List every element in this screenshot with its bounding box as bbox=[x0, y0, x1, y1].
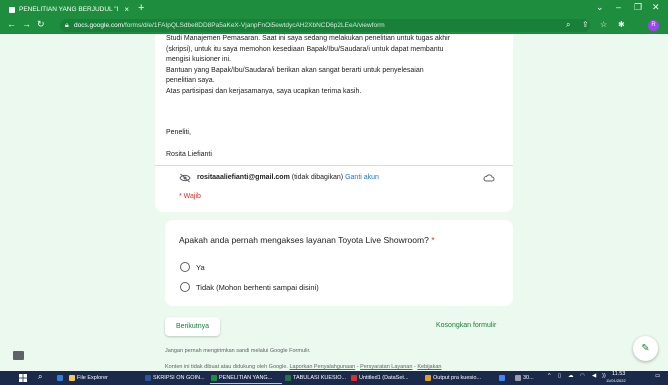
radio-ya[interactable] bbox=[180, 262, 190, 272]
option-label-tidak[interactable]: Tidak (Mohon berhenti sampai disini) bbox=[196, 283, 319, 292]
feedback-icon[interactable] bbox=[13, 351, 24, 360]
address-bar: ← → ↻ 🔒︎ docs.google.com/forms/d/e/1FAIp… bbox=[0, 17, 668, 34]
option-label-ya[interactable]: Ya bbox=[196, 263, 205, 272]
clear-form-button[interactable]: Kosongkan formulir bbox=[436, 322, 496, 329]
tab-title: PENELITIAN YANG BERJUDUL "I bbox=[19, 6, 119, 13]
forms-favicon-icon bbox=[9, 7, 15, 13]
description-line: Bantuan yang Bapak/Ibu/Saudara/i berikan… bbox=[166, 66, 424, 74]
question-title: Apakah anda pernah mengakses layanan Toy… bbox=[179, 235, 435, 245]
windows-taskbar: ⌕ File Explorer SKRIPSI ON GOIN... PENEL… bbox=[0, 371, 668, 385]
description-line: penelitian saya. bbox=[166, 77, 215, 84]
zoom-icon[interactable]: ⌕ bbox=[566, 20, 570, 30]
url-domain: docs.google.com bbox=[74, 22, 124, 29]
taskbar-item[interactable]: PENELITIAN YANG... bbox=[210, 372, 282, 384]
url-field[interactable]: 🔒︎ docs.google.com/forms/d/e/1FAIpQLSdbe… bbox=[60, 19, 590, 32]
onedrive-icon[interactable]: ☁ bbox=[568, 373, 574, 379]
bookmark-star-icon[interactable]: ☆ bbox=[600, 20, 607, 29]
signature-name: Rosita Liefianti bbox=[166, 151, 212, 158]
clock-time[interactable]: 11.53 bbox=[612, 371, 625, 377]
divider bbox=[155, 165, 513, 166]
lock-icon: 🔒︎ bbox=[65, 22, 69, 29]
weather-widget[interactable]: 30... bbox=[514, 372, 546, 384]
account-info: rositaaaliefianti@gmail.com (tidak dibag… bbox=[197, 174, 379, 181]
footer-disclaimer: Konten ini tidak dibuat atau didukung ol… bbox=[165, 364, 288, 370]
switch-account-link[interactable]: Ganti akun bbox=[345, 174, 379, 181]
required-note: * Wajib bbox=[179, 193, 201, 200]
password-warning: Jangan pernah mengirimkan sandi melalui … bbox=[165, 348, 311, 354]
windows-start-icon[interactable] bbox=[19, 374, 27, 382]
speaker-icon[interactable]: ◀ bbox=[592, 373, 596, 379]
taskbar-item[interactable]: SKRIPSI ON GOIN... bbox=[144, 372, 210, 384]
taskbar-item[interactable]: File Explorer bbox=[68, 372, 140, 384]
email-not-shared-note: (tidak dibagikan) bbox=[291, 174, 344, 181]
new-tab-icon[interactable]: + bbox=[138, 2, 144, 14]
taskview-icon[interactable] bbox=[56, 372, 68, 384]
clock-date[interactable]: 11/01/2022 bbox=[606, 378, 626, 383]
edit-pencil-icon[interactable]: ✎ bbox=[633, 336, 658, 361]
url-path: /forms/d/e/1FAIpQLSdbe8DD8Pa5aKeX-VjanpF… bbox=[123, 22, 385, 29]
profile-avatar[interactable]: R bbox=[648, 20, 659, 31]
description-line: mengisi kuisioner ini. bbox=[166, 56, 231, 63]
taskbar-search-icon[interactable]: ⌕ bbox=[38, 372, 42, 382]
terms-link[interactable]: Persyaratan Layanan bbox=[360, 364, 412, 370]
extensions-icon[interactable]: ✱ bbox=[618, 20, 625, 29]
taskbar-item[interactable]: Untitled1 (DataSet... bbox=[350, 372, 422, 384]
question-text: Apakah anda pernah mengakses layanan Toy… bbox=[179, 235, 429, 245]
reload-icon[interactable]: ↻ bbox=[37, 19, 45, 30]
taskbar-item[interactable]: TABULASI KUESIO... bbox=[284, 372, 350, 384]
minimize-icon[interactable]: – bbox=[616, 2, 621, 12]
browser-tab[interactable]: PENELITIAN YANG BERJUDUL "I × bbox=[5, 3, 133, 17]
description-line: (skripsi), untuk itu saya memohon kesedi… bbox=[166, 45, 444, 53]
eye-off-icon bbox=[179, 173, 191, 183]
form-header-card: Studi Manajemen Pemasaran. Saat ini saya… bbox=[155, 34, 513, 212]
chevron-down-icon[interactable]: ⌄ bbox=[596, 2, 604, 13]
form-footer: Konten ini tidak dibuat atau didukung ol… bbox=[165, 364, 441, 370]
notification-icon[interactable]: ▭ bbox=[655, 373, 660, 379]
share-icon[interactable]: ⇪ bbox=[582, 20, 589, 29]
description-line: Atas partisipasi dan kerjasamanya, saya … bbox=[166, 87, 362, 95]
cloud-saved-icon bbox=[483, 174, 495, 182]
form-description: Studi Manajemen Pemasaran. Saat ini saya… bbox=[166, 34, 506, 97]
signature-title: Peneliti, bbox=[166, 129, 191, 136]
close-window-icon[interactable]: ✕ bbox=[652, 2, 660, 13]
question-card: Apakah anda pernah mengakses layanan Toy… bbox=[165, 220, 513, 306]
radio-tidak[interactable] bbox=[180, 282, 190, 292]
wifi-icon[interactable]: ◠ bbox=[580, 373, 585, 379]
battery-icon: ▯ bbox=[558, 373, 562, 379]
taskbar-item[interactable]: Output pra kuesio... bbox=[424, 372, 494, 384]
back-icon[interactable]: ← bbox=[7, 19, 16, 29]
description-line: Studi Manajemen Pemasaran. Saat ini saya… bbox=[166, 35, 451, 42]
tab-close-icon[interactable]: × bbox=[124, 3, 129, 17]
report-abuse-link[interactable]: Laporkan Penyalahgunaan bbox=[289, 364, 355, 370]
required-asterisk: * bbox=[431, 235, 435, 245]
account-email: rositaaaliefianti@gmail.com bbox=[197, 174, 290, 181]
forward-icon[interactable]: → bbox=[22, 19, 31, 29]
chrome-taskbar-icon[interactable] bbox=[498, 372, 510, 384]
browser-tab-bar: PENELITIAN YANG BERJUDUL "I × + ⌄ – ❐ ✕ bbox=[0, 0, 668, 17]
tray-chevron-icon[interactable]: ^ bbox=[548, 373, 551, 379]
maximize-icon[interactable]: ❐ bbox=[634, 2, 642, 13]
privacy-link[interactable]: Kebijakan bbox=[417, 364, 441, 370]
next-button[interactable]: Berikutnya bbox=[165, 317, 220, 336]
